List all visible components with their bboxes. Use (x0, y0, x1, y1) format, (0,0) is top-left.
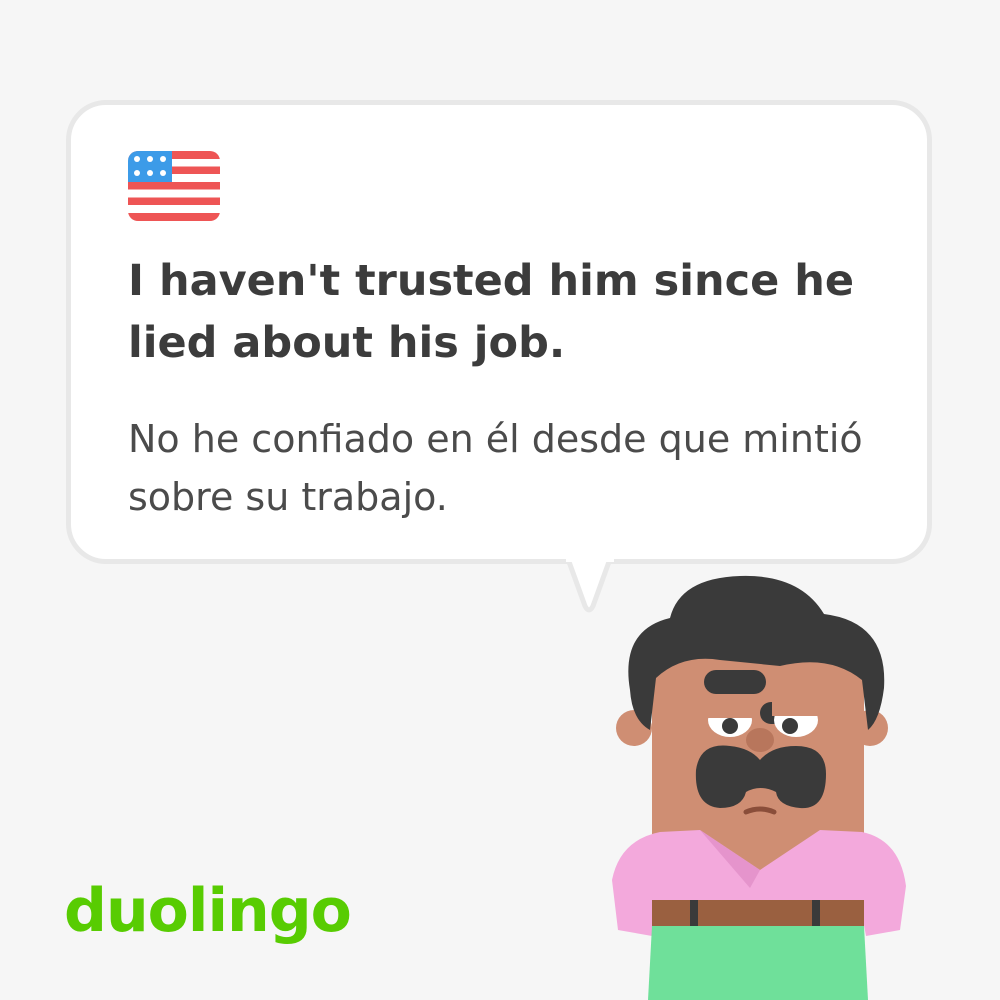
left-eyebrow (704, 670, 766, 694)
english-sentence: I haven't trusted him since he lied abou… (128, 256, 855, 368)
right-pupil (782, 718, 798, 734)
us-flag-icon (128, 151, 220, 221)
belt-loop-right (812, 900, 820, 926)
left-eyelid (706, 702, 754, 718)
duolingo-logo: duolingo (64, 876, 352, 946)
oscar-character-illustration (612, 575, 906, 1000)
left-pupil (722, 718, 738, 734)
pants (648, 926, 868, 1000)
belt (652, 900, 864, 926)
belt-loop-left (690, 900, 698, 926)
nose (746, 728, 774, 752)
right-eyelid (772, 702, 820, 716)
spanish-translation: No he confiado en él desde que mintió so… (128, 417, 863, 519)
